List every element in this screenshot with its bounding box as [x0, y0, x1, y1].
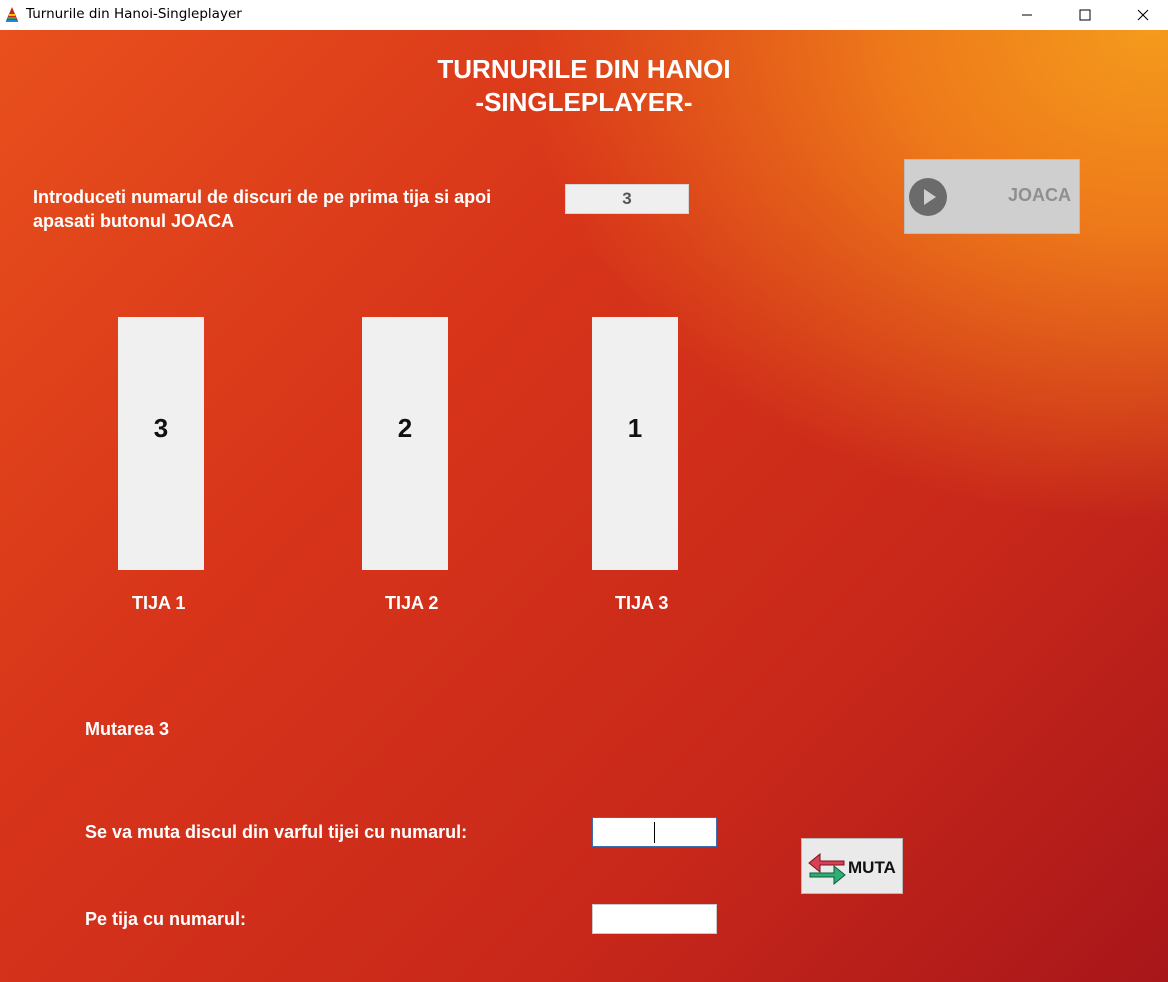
rod-3-value: 1 [627, 413, 643, 443]
rod-1-label: TIJA 1 [132, 593, 186, 613]
target-rod-label: Pe tija cu numarul: [85, 909, 247, 929]
minimize-icon [1022, 14, 1032, 16]
window-title: Turnurile din Hanoi-Singleplayer [26, 6, 242, 22]
move-counter: Mutarea 3 [85, 719, 170, 739]
source-rod-label: Se va muta discul din varful tijei cu nu… [85, 822, 468, 842]
rod-3-label: TIJA 3 [615, 593, 669, 613]
swap-arrows-icon [808, 852, 846, 886]
tower-app-icon [6, 7, 18, 22]
rod-2-label: TIJA 2 [385, 593, 439, 613]
page-subtitle: -SINGLEPLAYER- [475, 87, 693, 117]
text-caret [654, 822, 655, 843]
target-rod-input[interactable] [592, 904, 717, 934]
move-button[interactable]: MUTA [801, 838, 903, 894]
rod-3: 1 [592, 317, 678, 570]
close-icon [1137, 9, 1149, 21]
rod-1-value: 3 [153, 413, 169, 443]
move-button-label: MUTA [848, 858, 896, 877]
page-title: TURNURILE DIN HANOI [437, 54, 731, 84]
play-circle-icon [909, 178, 947, 216]
rod-2-value: 2 [397, 413, 413, 443]
maximize-button[interactable] [1062, 0, 1108, 30]
rod-1: 3 [118, 317, 204, 570]
play-button[interactable]: JOACA [904, 159, 1080, 234]
disc-count-instruction: Introduceti numarul de discuri de pe pri… [33, 187, 492, 231]
close-button[interactable] [1120, 0, 1166, 30]
minimize-button[interactable] [1004, 0, 1050, 30]
disc-count-field[interactable]: 3 [565, 184, 689, 214]
game-panel: TURNURILE DIN HANOI -SINGLEPLAYER- Intro… [0, 30, 1168, 982]
play-button-label: JOACA [1007, 185, 1071, 205]
source-rod-input[interactable] [592, 817, 717, 847]
maximize-icon [1079, 9, 1091, 21]
rod-2: 2 [362, 317, 448, 570]
window-titlebar: Turnurile din Hanoi-Singleplayer [0, 0, 1168, 30]
